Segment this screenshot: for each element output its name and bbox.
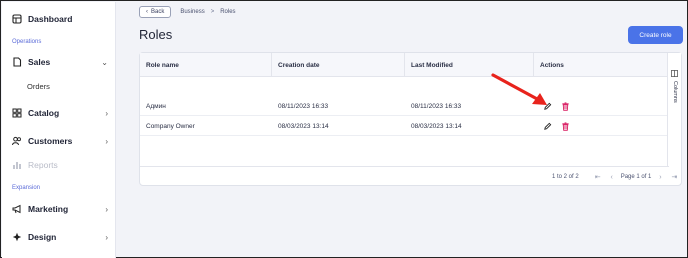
cell-role-name: Админ [146,103,166,110]
chevron-right-icon: › [105,136,108,146]
sidebar-item-reports[interactable]: Reports [2,156,116,174]
pagination: 1 to 2 of 2 ⇤ ‹ Page 1 of 1 › ⇥ [552,172,679,182]
sidebar-item-sales[interactable]: Sales ⌄ [2,53,116,71]
sidebar-item-label: Catalog [28,108,60,118]
edit-icon[interactable] [543,122,552,131]
sidebar-item-customers[interactable]: Customers › [2,132,116,150]
pagination-range: 1 to 2 of 2 [552,174,579,180]
sidebar-item-dashboard[interactable]: Dashboard [2,10,116,28]
table-row[interactable]: Админ 08/11/2023 16:33 08/11/2023 16:33 [140,97,669,116]
chevron-left-icon: ‹ [146,9,148,15]
sidebar-item-design[interactable]: Design › [2,228,116,246]
users-icon [12,136,22,146]
roles-grid: Role name Creation date Last Modified Ac… [140,53,669,166]
page-title: Roles [139,27,173,42]
sidebar-subitem-orders[interactable]: Orders [27,82,50,91]
section-label-expansion: Expansion [12,185,41,191]
columns-side-tab[interactable]: Columns [667,53,681,166]
sidebar-item-marketing[interactable]: Marketing › [2,200,116,218]
pagination-page: Page 1 of 1 [620,174,652,180]
annotation-arrow-icon [491,73,547,105]
sidebar-item-label: Reports [28,160,58,170]
cell-last-modified: 08/03/2023 13:14 [411,123,462,130]
breadcrumb-business[interactable]: Business [180,9,204,15]
sidebar-item-catalog[interactable]: Catalog › [2,104,116,122]
columns-icon [671,70,678,77]
last-page-icon[interactable]: ⇥ [669,173,679,181]
columns-tab-label: Columns [672,81,678,103]
previous-page-icon[interactable]: ‹ [607,174,617,181]
delete-icon[interactable] [561,102,570,111]
chart-icon [12,160,22,170]
sidebar-item-label: Sales [28,57,51,67]
roles-table-card: Role name Creation date Last Modified Ac… [139,52,682,186]
table-row[interactable]: Company Owner 08/03/2023 13:14 08/03/202… [140,117,669,136]
chevron-right-icon: › [105,204,108,214]
column-header-role-name[interactable]: Role name [140,53,272,77]
cell-creation-date: 08/11/2023 16:33 [278,103,329,110]
cell-role-name: Company Owner [146,123,195,130]
cell-creation-date: 08/03/2023 13:14 [278,123,329,130]
create-role-button[interactable]: Create role [628,26,683,44]
breadcrumb-current: Roles [220,9,236,15]
breadcrumb: ‹ Back Business > Roles [139,6,236,18]
next-page-icon[interactable]: › [655,174,665,181]
chevron-right-icon: › [105,108,108,118]
first-page-icon[interactable]: ⇤ [593,173,603,181]
sidebar-item-label: Customers [28,136,73,146]
app-window: Dashboard Operations Sales ⌄ Orders Cata… [0,0,688,258]
sidebar-item-label: Marketing [28,204,69,214]
sidebar-item-label: Dashboard [28,14,73,24]
back-button-label: Back [151,9,165,15]
breadcrumb-separator: > [210,9,215,15]
column-header-creation-date[interactable]: Creation date [272,53,405,77]
dashboard-icon [12,14,22,24]
megaphone-icon [12,204,22,214]
sidebar: Dashboard Operations Sales ⌄ Orders Cata… [2,2,116,258]
table-header: Role name Creation date Last Modified Ac… [140,53,669,77]
chevron-right-icon: › [105,232,108,242]
section-label-operations: Operations [12,39,42,45]
sidebar-item-label: Design [28,232,57,242]
catalog-icon [12,108,22,118]
cell-actions [534,117,669,136]
back-button[interactable]: ‹ Back [139,6,172,18]
table-footer-divider [140,166,669,167]
design-icon [12,232,22,242]
delete-icon[interactable] [561,122,570,131]
chevron-down-icon: ⌄ [101,57,108,67]
document-icon [12,57,22,67]
